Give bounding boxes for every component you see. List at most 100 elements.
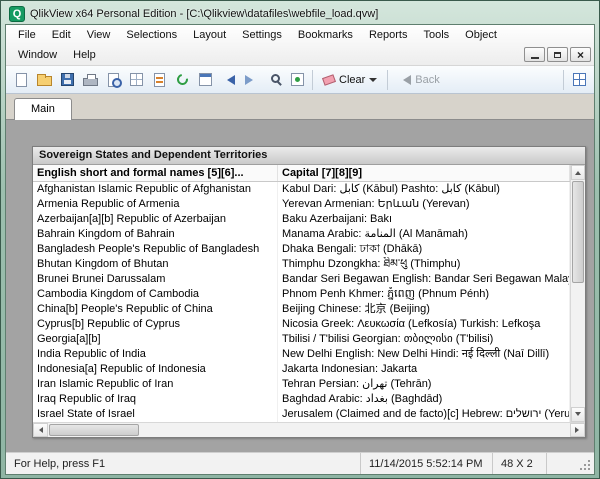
cell-country-name[interactable]: Brunei Brunei Darussalam: [33, 272, 278, 287]
vertical-scroll-thumb[interactable]: [572, 181, 584, 284]
cell-country-name[interactable]: Bangladesh People's Republic of Banglade…: [33, 242, 278, 257]
scroll-left-button[interactable]: [33, 423, 48, 437]
clear-button[interactable]: Clear: [317, 72, 383, 88]
menu-item-help[interactable]: Help: [65, 47, 104, 63]
mdi-close-button[interactable]: ×: [570, 47, 591, 62]
print-preview-button[interactable]: [102, 69, 124, 91]
vertical-scrollbar[interactable]: [570, 165, 585, 422]
scroll-right-button[interactable]: [570, 423, 585, 437]
print-button[interactable]: [79, 69, 101, 91]
mdi-minimize-button[interactable]: [524, 47, 545, 62]
table-row: Georgia[a][b] Tbilisi / T'bilisi Georgian…: [33, 332, 570, 347]
table-row: Israel State of Israel Jerusalem (Claimed…: [33, 407, 570, 422]
cell-country-name[interactable]: Bahrain Kingdom of Bahrain: [33, 227, 278, 242]
cell-country-name[interactable]: Israel State of Israel: [33, 407, 278, 422]
cell-capital[interactable]: Jerusalem (Claimed and de facto)[c] Hebr…: [278, 407, 570, 422]
cell-capital[interactable]: Tehran Persian: تهران (Tehrān): [278, 377, 570, 392]
table-viewer-button[interactable]: [194, 69, 216, 91]
cell-capital[interactable]: Thimphu Dzongkha: ཐིམ་ཕུ (Thimphu): [278, 257, 570, 272]
cell-country-name[interactable]: Armenia Republic of Armenia: [33, 197, 278, 212]
cell-country-name[interactable]: Afghanistan Islamic Republic of Afghanis…: [33, 182, 278, 197]
cell-capital[interactable]: Phnom Penh Khmer: ភ្នំពេញ (Phnum Pénh): [278, 287, 570, 302]
new-document-button[interactable]: [10, 69, 32, 91]
cell-capital[interactable]: Bandar Seri Begawan English: Bandar Seri…: [278, 272, 570, 287]
save-button[interactable]: [56, 69, 78, 91]
cell-country-name[interactable]: Bhutan Kingdom of Bhutan: [33, 257, 278, 272]
reload-button[interactable]: [171, 69, 193, 91]
cell-country-name[interactable]: Azerbaijan[a][b] Republic of Azerbaijan: [33, 212, 278, 227]
menu-item-layout[interactable]: Layout: [185, 27, 234, 43]
title-bar[interactable]: Q QlikView x64 Personal Edition - [C:\Ql…: [5, 1, 595, 24]
cell-capital[interactable]: Jakarta Indonesian: Jakarta: [278, 362, 570, 377]
cell-capital[interactable]: Baku Azerbaijani: Bakı: [278, 212, 570, 227]
cell-capital[interactable]: Baghdad Arabic: بغداد (Baghdād): [278, 392, 570, 407]
open-file-button[interactable]: [33, 69, 55, 91]
cell-country-name[interactable]: Cambodia Kingdom of Cambodia: [33, 287, 278, 302]
cell-country-name[interactable]: Georgia[a][b]: [33, 332, 278, 347]
menu-item-window[interactable]: Window: [10, 47, 65, 63]
clear-icon: [321, 73, 337, 86]
edit-layout-button[interactable]: [125, 69, 147, 91]
reload-icon: [174, 71, 190, 88]
design-grid-icon: [572, 73, 586, 86]
status-resize-grip[interactable]: [546, 453, 594, 474]
sheet-area: Sovereign States and Dependent Territori…: [6, 120, 594, 452]
undo-icon: [222, 74, 235, 85]
menu-item-edit[interactable]: Edit: [44, 27, 79, 43]
mdi-restore-button[interactable]: [547, 47, 568, 62]
menu-item-settings[interactable]: Settings: [234, 27, 290, 43]
cell-capital[interactable]: Tbilisi / T'bilisi Georgian: თბილისი (T'…: [278, 332, 570, 347]
back-button[interactable]: Back: [392, 72, 445, 88]
cell-country-name[interactable]: China[b] People's Republic of China: [33, 302, 278, 317]
search-button[interactable]: [263, 69, 285, 91]
scroll-up-button[interactable]: [571, 165, 585, 180]
cell-capital[interactable]: New Delhi English: New Delhi Hindi: नई द…: [278, 347, 570, 362]
cell-country-name[interactable]: Iran Islamic Republic of Iran: [33, 377, 278, 392]
column-header-capital[interactable]: Capital [7][8][9]: [278, 165, 570, 181]
redo-button[interactable]: [240, 69, 262, 91]
table-body-wrap: English short and formal names [5][6]...…: [33, 165, 585, 422]
table-row: Indonesia[a] Republic of Indonesia Jakart…: [33, 362, 570, 377]
clear-button-label: Clear: [339, 73, 366, 86]
menu-item-file[interactable]: File: [10, 27, 44, 43]
status-bar: For Help, press F1 11/14/2015 5:52:14 PM…: [6, 452, 594, 474]
menu-item-bookmarks[interactable]: Bookmarks: [290, 27, 361, 43]
table-row: Brunei Brunei Darussalam Bandar Seri Bega…: [33, 272, 570, 287]
cell-capital[interactable]: Manama Arabic: المنامة (Al Manāmah): [278, 227, 570, 242]
current-selections-button[interactable]: [286, 69, 308, 91]
cell-capital[interactable]: Dhaka Bengali: ঢাকা (Dhākā): [278, 242, 570, 257]
vertical-scroll-track[interactable]: [571, 180, 585, 407]
cell-country-name[interactable]: India Republic of India: [33, 347, 278, 362]
table-row: Azerbaijan[a][b] Republic of Azerbaijan B…: [33, 212, 570, 227]
minimize-icon: [530, 57, 539, 59]
menu-item-reports[interactable]: Reports: [361, 27, 416, 43]
menu-item-object[interactable]: Object: [457, 27, 505, 43]
back-button-label: Back: [415, 73, 440, 86]
edit-layout-icon: [129, 73, 143, 86]
table-row: Cambodia Kingdom of Cambodia Phnom Penh K…: [33, 287, 570, 302]
status-datetime: 11/14/2015 5:52:14 PM: [360, 453, 492, 474]
horizontal-scroll-track[interactable]: [48, 423, 570, 437]
cell-capital[interactable]: Yerevan Armenian: Երևան (Yerevan): [278, 197, 570, 212]
menu-item-view[interactable]: View: [79, 27, 119, 43]
menu-item-tools[interactable]: Tools: [415, 27, 457, 43]
column-header-names[interactable]: English short and formal names [5][6]...: [33, 165, 278, 181]
undo-button[interactable]: [217, 69, 239, 91]
menu-item-selections[interactable]: Selections: [118, 27, 185, 43]
cell-capital[interactable]: Kabul Dari: كابل (Kābul) Pashto: كابل (K…: [278, 182, 570, 197]
tab-main[interactable]: Main: [14, 98, 72, 120]
cell-country-name[interactable]: Cyprus[b] Republic of Cyprus: [33, 317, 278, 332]
cell-country-name[interactable]: Indonesia[a] Republic of Indonesia: [33, 362, 278, 377]
edit-script-button[interactable]: [148, 69, 170, 91]
table-caption[interactable]: Sovereign States and Dependent Territori…: [33, 147, 585, 165]
scroll-down-button[interactable]: [571, 407, 585, 422]
cell-capital[interactable]: Beijing Chinese: 北京 (Beijing): [278, 302, 570, 317]
cell-country-name[interactable]: Iraq Republic of Iraq: [33, 392, 278, 407]
design-grid-button[interactable]: [568, 69, 590, 91]
table-content: English short and formal names [5][6]...…: [33, 165, 570, 422]
chevron-down-icon: [369, 77, 378, 86]
current-selections-icon: [290, 73, 304, 86]
horizontal-scrollbar[interactable]: [33, 422, 585, 437]
horizontal-scroll-thumb[interactable]: [49, 424, 139, 436]
cell-capital[interactable]: Nicosia Greek: Λευκωσία (Lefkosía) Turki…: [278, 317, 570, 332]
